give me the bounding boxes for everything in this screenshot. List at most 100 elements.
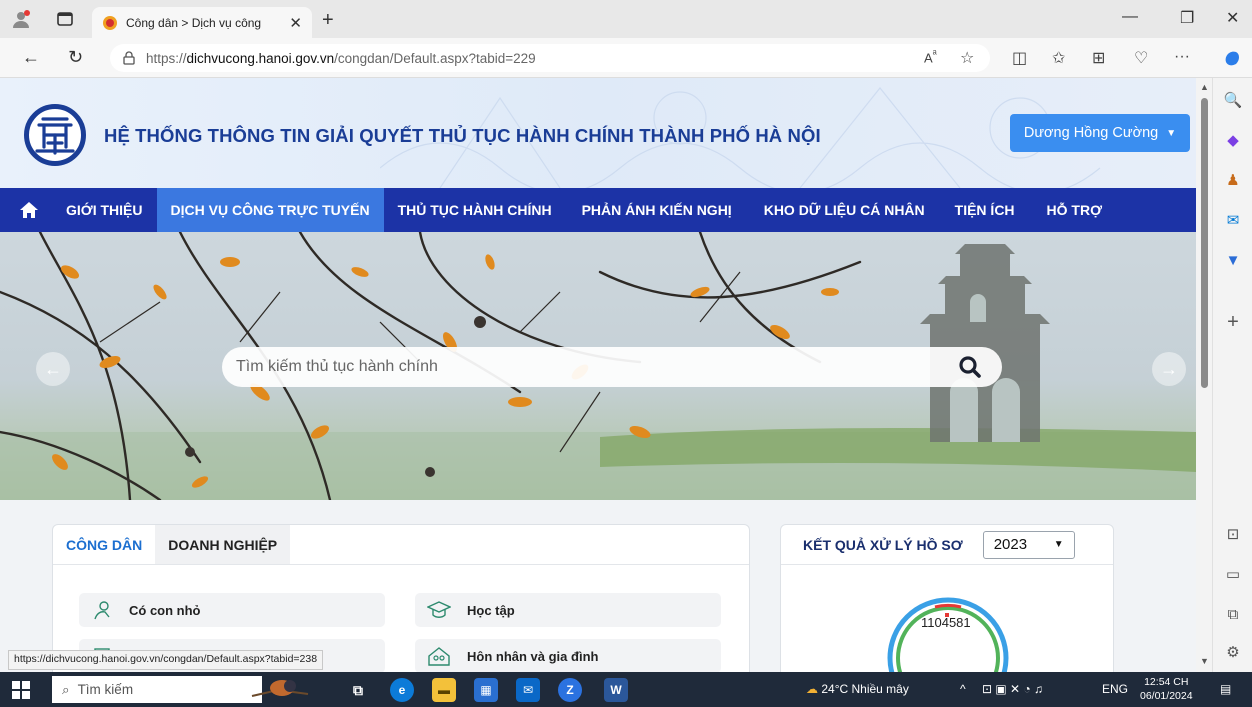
input-language[interactable]: ENG <box>1102 682 1128 696</box>
search-icon[interactable] <box>958 355 982 379</box>
notification-icon[interactable]: ▤ <box>1220 682 1231 696</box>
service-item-hon-nhan[interactable]: Hôn nhân và gia đình <box>415 639 721 672</box>
site-header: HỆ THỐNG THÔNG TIN GIẢI QUYẾT THỦ TỤC HÀ… <box>0 78 1196 188</box>
search-highlight-bird-icon <box>251 680 309 697</box>
tab-title: Công dân > Dịch vụ công <box>126 15 262 30</box>
store-icon[interactable]: ▦ <box>474 678 498 702</box>
back-icon[interactable]: ← <box>22 47 40 68</box>
services-tabs: CÔNG DÂN DOANH NGHIỆP <box>53 525 749 565</box>
year-select[interactable]: 2023 ▼ <box>982 530 1075 559</box>
restore-icon[interactable]: ❐ <box>1180 8 1194 28</box>
hanoi-logo-icon <box>35 117 75 155</box>
carousel-prev-button[interactable]: ← <box>36 352 70 386</box>
copilot-icon[interactable] <box>1222 48 1242 68</box>
content-area: CÔNG DÂN DOANH NGHIỆP Có con nhỏ Học tập <box>0 500 1196 672</box>
favorites-icon[interactable]: ✩ <box>1052 48 1065 68</box>
taskbar-clock[interactable]: 12:54 CH 06/01/2024 <box>1140 675 1193 703</box>
scrollbar-thumb[interactable] <box>1201 98 1208 388</box>
window-close-icon[interactable]: ✕ <box>1226 8 1239 28</box>
screenshot-icon[interactable]: ⊡ <box>1223 524 1243 544</box>
service-label: Hôn nhân và gia đình <box>467 648 599 664</box>
taskbar-search-input[interactable]: ⌕ Tìm kiếm <box>52 676 309 703</box>
caret-down-icon: ▼ <box>1053 539 1064 550</box>
open-external-icon[interactable]: ⧉ <box>1223 604 1243 624</box>
clock-time: 12:54 CH <box>1144 676 1189 688</box>
zalo-icon[interactable]: Z <box>558 678 582 702</box>
service-label: Có con nhỏ <box>129 602 201 618</box>
stats-total: 1104581 <box>921 615 971 630</box>
profile-icon[interactable] <box>12 10 30 28</box>
new-tab-icon[interactable]: + <box>322 9 334 32</box>
url-text: https://dichvucong.hanoi.gov.vn/congdan/… <box>146 50 536 66</box>
lock-icon[interactable] <box>122 51 136 65</box>
service-item-co-con-nho[interactable]: Có con nhỏ <box>79 593 385 627</box>
collections-icon[interactable]: ⊞ <box>1092 48 1105 68</box>
task-view-icon[interactable]: ⧉ <box>346 678 370 702</box>
baby-icon <box>94 601 110 620</box>
nav-item-gioi-thieu[interactable]: GIỚI THIỆU <box>58 188 157 232</box>
browser-tab-active[interactable]: Công dân > Dịch vụ công ✕ <box>92 7 312 38</box>
weather-text: 24°C Nhiều mây <box>821 682 909 696</box>
refresh-icon[interactable]: ↻ <box>68 47 83 68</box>
nav-item-dich-vu-cong[interactable]: DỊCH VỤ CÔNG TRỰC TUYẾN <box>156 188 384 232</box>
word-icon[interactable]: W <box>604 678 628 702</box>
tab-actions-icon[interactable] <box>56 10 74 28</box>
weather-widget[interactable]: ☁ 24°C Nhiều mây <box>806 682 909 696</box>
windows-taskbar: ⌕ Tìm kiếm ⧉ e ▬ ▦ ✉ Z W ☁ 24°C Nhiều mâ… <box>0 672 1252 707</box>
shopping-tag-icon[interactable]: ◆ <box>1223 130 1243 150</box>
tab-cong-dan[interactable]: CÔNG DÂN <box>53 525 155 564</box>
search-input[interactable]: Tìm kiếm thủ tục hành chính <box>222 347 1002 387</box>
clock-date: 06/01/2024 <box>1140 690 1193 702</box>
tools-icon[interactable]: ♟ <box>1223 170 1243 190</box>
tab-doanh-nghiep[interactable]: DOANH NGHIỆP <box>155 525 291 564</box>
address-bar[interactable]: https://dichvucong.hanoi.gov.vn/congdan/… <box>110 44 990 72</box>
carousel-next-button[interactable]: → <box>1152 352 1186 386</box>
service-label: Học tập <box>467 602 515 618</box>
windows-start-icon[interactable] <box>12 681 30 699</box>
main-nav: GIỚI THIỆU DỊCH VỤ CÔNG TRỰC TUYẾN THỦ T… <box>0 188 1196 232</box>
tray-apps-icon[interactable]: ⊡ ▣ ✕ ◔ ♫ <box>982 682 1043 696</box>
page-scrollbar[interactable]: ▲ ▼ <box>1196 78 1212 672</box>
nav-item-kho-du-lieu[interactable]: KHO DỮ LIỆU CÁ NHÂN <box>746 188 939 232</box>
browser-title-bar: Công dân > Dịch vụ công ✕ + — ❐ ✕ <box>0 0 1252 38</box>
nav-item-ho-tro[interactable]: HỖ TRỢ <box>1029 188 1117 232</box>
stats-title: KẾT QUẢ XỬ LÝ HỒ SƠ <box>803 536 963 553</box>
site-logo[interactable] <box>24 104 86 166</box>
sidebar-toggle-icon[interactable]: ▭ <box>1223 564 1243 584</box>
add-sidebar-app-icon[interactable]: + <box>1223 311 1243 333</box>
nav-item-phan-anh[interactable]: PHẢN ÁNH KIẾN NGHỊ <box>566 188 746 232</box>
more-menu-icon[interactable]: ··· <box>1174 48 1190 66</box>
user-name: Dương Hồng Cường <box>1023 125 1159 141</box>
year-value: 2023 <box>993 536 1028 553</box>
tray-chevron-icon[interactable]: ^ <box>960 682 966 696</box>
settings-gear-icon[interactable]: ⚙ <box>1223 642 1243 662</box>
browser-essentials-icon[interactable]: ♡ <box>1134 48 1148 68</box>
split-screen-icon[interactable]: ◫ <box>1012 48 1027 68</box>
family-house-icon <box>428 647 450 666</box>
weather-cloud-icon: ☁ <box>806 682 818 696</box>
tab-close-icon[interactable]: ✕ <box>289 14 302 32</box>
nav-home[interactable] <box>0 188 58 232</box>
file-explorer-icon[interactable]: ▬ <box>432 678 456 702</box>
search-placeholder: Tìm kiếm thủ tục hành chính <box>236 358 438 375</box>
address-toolbar: ← ↻ https://dichvucong.hanoi.gov.vn/cong… <box>0 38 1252 78</box>
minimize-icon[interactable]: — <box>1122 8 1138 26</box>
favorite-star-icon[interactable]: ☆ <box>960 48 974 68</box>
scroll-down-icon[interactable]: ▼ <box>1200 656 1209 666</box>
scroll-up-icon[interactable]: ▲ <box>1200 82 1209 92</box>
home-icon <box>20 202 38 218</box>
edge-app-icon[interactable]: e <box>390 678 414 702</box>
search-sidebar-icon[interactable]: 🔍 <box>1223 90 1243 110</box>
stats-donut-chart <box>887 597 1009 672</box>
nav-item-tien-ich[interactable]: TIỆN ÍCH <box>939 188 1029 232</box>
service-item-hoc-tap[interactable]: Học tập <box>415 593 721 627</box>
edge-sidebar: 🔍 ◆ ♟ ✉ ▼ + ⊡ ▭ ⧉ ⚙ <box>1212 78 1252 672</box>
drop-icon[interactable]: ▼ <box>1223 250 1243 270</box>
user-menu-button[interactable]: Dương Hồng Cường ▼ <box>1010 114 1190 152</box>
read-aloud-icon[interactable]: Aᵃ <box>924 48 937 65</box>
taskbar-search-label: Tìm kiếm <box>77 682 134 697</box>
outlook-icon[interactable]: ✉ <box>1223 210 1243 230</box>
nav-item-thu-tuc[interactable]: THỦ TỤC HÀNH CHÍNH <box>384 188 566 232</box>
graduation-cap-icon <box>427 601 451 618</box>
mail-icon[interactable]: ✉ <box>516 678 540 702</box>
